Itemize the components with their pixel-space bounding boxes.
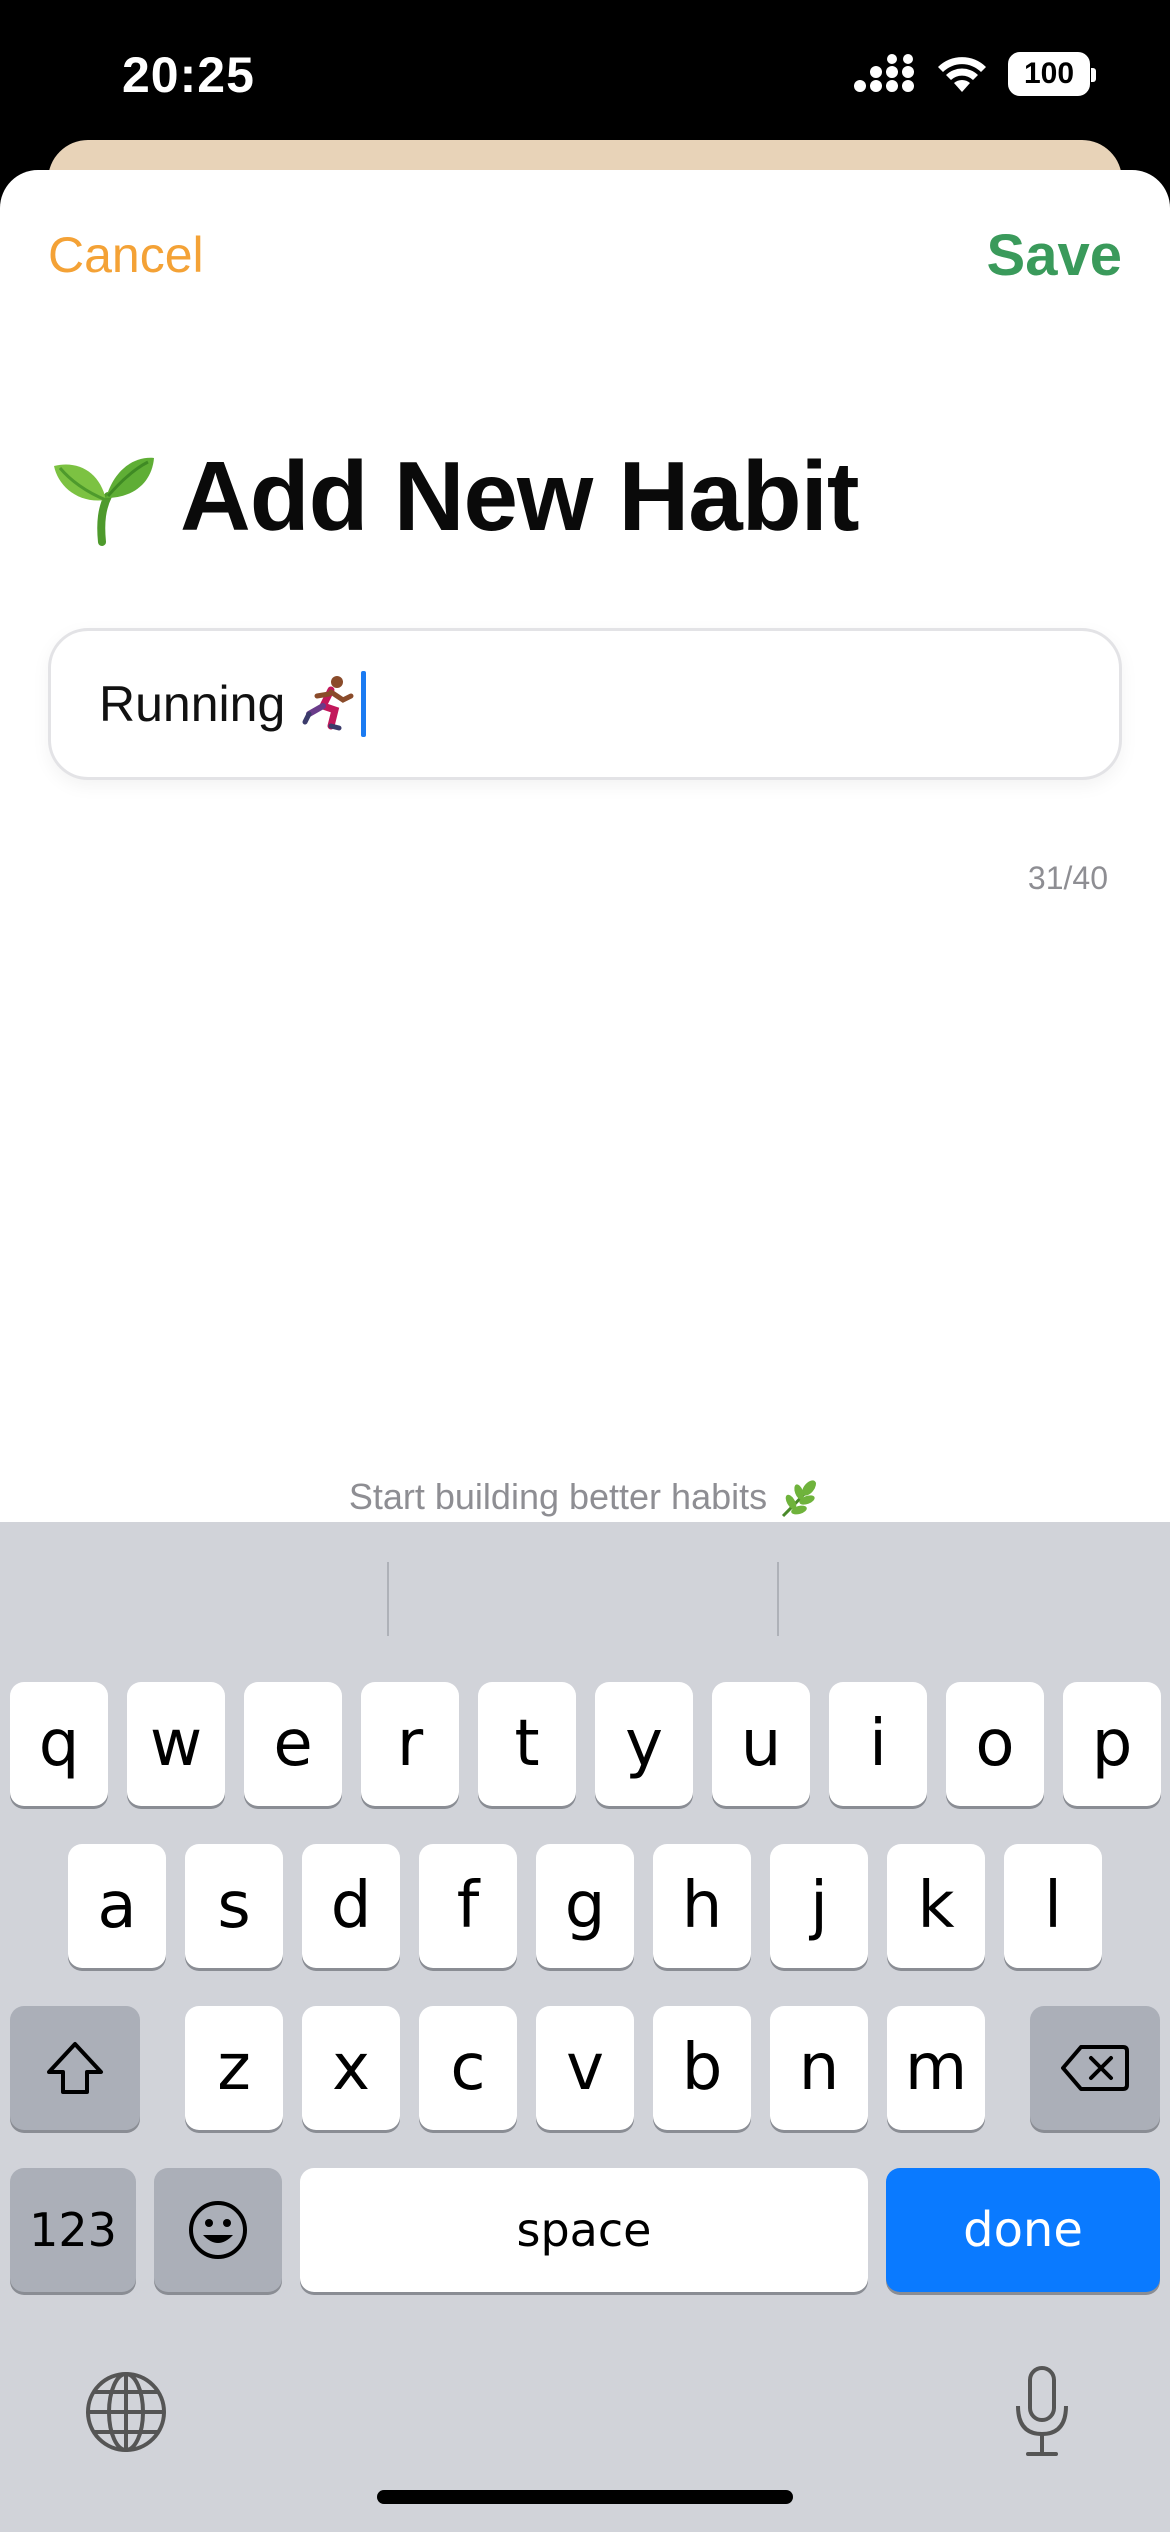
- key-u[interactable]: u: [712, 1682, 810, 1806]
- emoji-key[interactable]: [154, 2168, 282, 2292]
- key-x[interactable]: x: [302, 2006, 400, 2130]
- key-m[interactable]: m: [887, 2006, 985, 2130]
- key-j[interactable]: j: [770, 1844, 868, 1968]
- battery-level: 100: [1023, 57, 1075, 90]
- key-o[interactable]: o: [946, 1682, 1044, 1806]
- key-q[interactable]: q: [10, 1682, 108, 1806]
- habit-name-input[interactable]: Running: [48, 628, 1122, 780]
- key-p[interactable]: p: [1063, 1682, 1161, 1806]
- status-icons: 100: [852, 52, 1096, 96]
- home-indicator: [377, 2490, 793, 2504]
- shift-icon: [47, 2042, 103, 2094]
- footer-text: Start building better habits: [348, 1476, 768, 1517]
- shift-key[interactable]: [10, 2006, 140, 2130]
- key-k[interactable]: k: [887, 1844, 985, 1968]
- battery-indicator: 100: [1008, 52, 1096, 96]
- habit-name-value: Running: [99, 676, 286, 732]
- cellular-signal-icon: [854, 54, 914, 92]
- key-n[interactable]: n: [770, 2006, 868, 2130]
- key-g[interactable]: g: [536, 1844, 634, 1968]
- key-a[interactable]: a: [68, 1844, 166, 1968]
- character-counter: 31/40: [1027, 860, 1108, 896]
- suggestion-divider: [777, 1562, 779, 1636]
- key-f[interactable]: f: [419, 1844, 517, 1968]
- key-t[interactable]: t: [478, 1682, 576, 1806]
- save-button[interactable]: Save: [987, 222, 1122, 289]
- key-c[interactable]: c: [419, 2006, 517, 2130]
- seedling-icon: [54, 457, 154, 546]
- wifi-icon: [938, 57, 986, 92]
- page-header: Add New Habit: [48, 440, 859, 553]
- key-w[interactable]: w: [127, 1682, 225, 1806]
- keyboard: q w e r t y u i o p a s d f g h j k l z …: [0, 1522, 1170, 2532]
- text-caret: [361, 671, 367, 737]
- key-i[interactable]: i: [829, 1682, 927, 1806]
- key-e[interactable]: e: [244, 1682, 342, 1806]
- key-d[interactable]: d: [302, 1844, 400, 1968]
- status-time: 20:25: [122, 47, 255, 103]
- done-key[interactable]: done: [886, 2168, 1160, 2292]
- key-b[interactable]: b: [653, 2006, 751, 2130]
- cancel-button[interactable]: Cancel: [48, 226, 204, 284]
- microphone-icon[interactable]: [1010, 2364, 1074, 2460]
- backspace-icon: [1061, 2045, 1129, 2091]
- key-y[interactable]: y: [595, 1682, 693, 1806]
- suggestion-divider: [387, 1562, 389, 1636]
- key-v[interactable]: v: [536, 2006, 634, 2130]
- key-r[interactable]: r: [361, 1682, 459, 1806]
- numbers-key[interactable]: 123: [10, 2168, 136, 2292]
- page-title: Add New Habit: [180, 441, 859, 551]
- status-bar: 20:25 100: [0, 0, 1170, 150]
- key-s[interactable]: s: [185, 1844, 283, 1968]
- key-h[interactable]: h: [653, 1844, 751, 1968]
- footer-message: Start building better habits: [0, 1476, 1170, 1522]
- emoji-icon: [189, 2201, 247, 2259]
- runner-icon: [302, 676, 354, 731]
- globe-icon[interactable]: [84, 2370, 168, 2454]
- herb-icon: [782, 1480, 817, 1518]
- key-l[interactable]: l: [1004, 1844, 1102, 1968]
- key-z[interactable]: z: [185, 2006, 283, 2130]
- backspace-key[interactable]: [1030, 2006, 1160, 2130]
- space-key[interactable]: space: [300, 2168, 868, 2292]
